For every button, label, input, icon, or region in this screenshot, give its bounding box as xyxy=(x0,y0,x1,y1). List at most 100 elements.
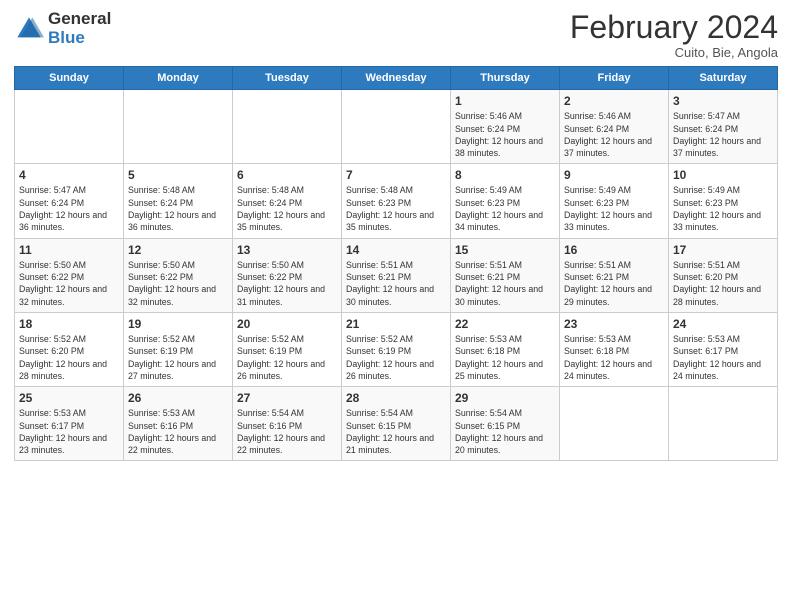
header-friday: Friday xyxy=(560,67,669,90)
day-cell: 10 Sunrise: 5:49 AMSunset: 6:23 PMDayligh… xyxy=(669,164,778,238)
day-info: Sunrise: 5:48 AMSunset: 6:24 PMDaylight:… xyxy=(237,184,337,233)
day-number: 11 xyxy=(19,243,119,257)
logo-general-text: General xyxy=(48,10,111,29)
day-cell: 11 Sunrise: 5:50 AMSunset: 6:22 PMDayligh… xyxy=(15,238,124,312)
week-row-4: 25 Sunrise: 5:53 AMSunset: 6:17 PMDayligh… xyxy=(15,387,778,461)
day-number: 10 xyxy=(673,168,773,182)
day-number: 1 xyxy=(455,94,555,108)
day-cell: 16Sunrise: 5:51 AMSunset: 6:21 PMDayligh… xyxy=(560,238,669,312)
week-row-2: 11 Sunrise: 5:50 AMSunset: 6:22 PMDayligh… xyxy=(15,238,778,312)
calendar-page: General Blue February 2024 Cuito, Bie, A… xyxy=(0,0,792,612)
day-cell: 7Sunrise: 5:48 AMSunset: 6:23 PMDaylight… xyxy=(342,164,451,238)
day-info: Sunrise: 5:49 AMSunset: 6:23 PMDaylight:… xyxy=(455,184,555,233)
day-info: Sunrise: 5:50 AMSunset: 6:22 PMDaylight:… xyxy=(128,259,228,308)
day-info: Sunrise: 5:52 AMSunset: 6:19 PMDaylight:… xyxy=(128,333,228,382)
day-cell: 18 Sunrise: 5:52 AMSunset: 6:20 PMDayligh… xyxy=(15,312,124,386)
day-number: 27 xyxy=(237,391,337,405)
day-cell: 20Sunrise: 5:52 AMSunset: 6:19 PMDayligh… xyxy=(233,312,342,386)
day-number: 29 xyxy=(455,391,555,405)
day-info: Sunrise: 5:51 AMSunset: 6:20 PMDaylight:… xyxy=(673,259,773,308)
day-cell xyxy=(669,387,778,461)
header: General Blue February 2024 Cuito, Bie, A… xyxy=(14,10,778,60)
day-info: Sunrise: 5:48 AMSunset: 6:24 PMDaylight:… xyxy=(128,184,228,233)
day-info: Sunrise: 5:54 AMSunset: 6:15 PMDaylight:… xyxy=(455,407,555,456)
day-cell: 8 Sunrise: 5:49 AMSunset: 6:23 PMDaylight… xyxy=(451,164,560,238)
day-cell xyxy=(342,90,451,164)
day-cell: 13 Sunrise: 5:50 AMSunset: 6:22 PMDayligh… xyxy=(233,238,342,312)
day-cell: 1 Sunrise: 5:46 AMSunset: 6:24 PMDaylight… xyxy=(451,90,560,164)
day-number: 16 xyxy=(564,243,664,257)
calendar-header: Sunday Monday Tuesday Wednesday Thursday… xyxy=(15,67,778,90)
day-info: Sunrise: 5:53 AMSunset: 6:17 PMDaylight:… xyxy=(19,407,119,456)
day-cell: 23 Sunrise: 5:53 AMSunset: 6:18 PMDayligh… xyxy=(560,312,669,386)
day-cell: 22Sunrise: 5:53 AMSunset: 6:18 PMDayligh… xyxy=(451,312,560,386)
logo: General Blue xyxy=(14,10,111,47)
day-info: Sunrise: 5:51 AMSunset: 6:21 PMDaylight:… xyxy=(346,259,446,308)
day-info: Sunrise: 5:53 AMSunset: 6:18 PMDaylight:… xyxy=(455,333,555,382)
logo-icon xyxy=(14,14,44,44)
day-cell: 12 Sunrise: 5:50 AMSunset: 6:22 PMDayligh… xyxy=(124,238,233,312)
day-cell: 3Sunrise: 5:47 AMSunset: 6:24 PMDaylight… xyxy=(669,90,778,164)
calendar-table: Sunday Monday Tuesday Wednesday Thursday… xyxy=(14,66,778,461)
day-number: 6 xyxy=(237,168,337,182)
day-info: Sunrise: 5:51 AMSunset: 6:21 PMDaylight:… xyxy=(455,259,555,308)
day-number: 8 xyxy=(455,168,555,182)
day-info: Sunrise: 5:49 AMSunset: 6:23 PMDaylight:… xyxy=(564,184,664,233)
day-cell xyxy=(15,90,124,164)
day-number: 26 xyxy=(128,391,228,405)
day-cell: 17 Sunrise: 5:51 AMSunset: 6:20 PMDayligh… xyxy=(669,238,778,312)
day-number: 28 xyxy=(346,391,446,405)
day-number: 3 xyxy=(673,94,773,108)
day-cell: 4 Sunrise: 5:47 AMSunset: 6:24 PMDaylight… xyxy=(15,164,124,238)
day-cell xyxy=(560,387,669,461)
header-monday: Monday xyxy=(124,67,233,90)
day-number: 12 xyxy=(128,243,228,257)
day-info: Sunrise: 5:50 AMSunset: 6:22 PMDaylight:… xyxy=(19,259,119,308)
day-number: 15 xyxy=(455,243,555,257)
day-number: 14 xyxy=(346,243,446,257)
day-info: Sunrise: 5:47 AMSunset: 6:24 PMDaylight:… xyxy=(19,184,119,233)
day-cell: 6 Sunrise: 5:48 AMSunset: 6:24 PMDaylight… xyxy=(233,164,342,238)
day-info: Sunrise: 5:53 AMSunset: 6:17 PMDaylight:… xyxy=(673,333,773,382)
calendar-title: February 2024 xyxy=(570,10,778,45)
day-info: Sunrise: 5:54 AMSunset: 6:15 PMDaylight:… xyxy=(346,407,446,456)
day-number: 18 xyxy=(19,317,119,331)
day-info: Sunrise: 5:46 AMSunset: 6:24 PMDaylight:… xyxy=(455,110,555,159)
day-info: Sunrise: 5:50 AMSunset: 6:22 PMDaylight:… xyxy=(237,259,337,308)
day-info: Sunrise: 5:53 AMSunset: 6:16 PMDaylight:… xyxy=(128,407,228,456)
day-number: 9 xyxy=(564,168,664,182)
day-number: 13 xyxy=(237,243,337,257)
header-tuesday: Tuesday xyxy=(233,67,342,90)
day-info: Sunrise: 5:52 AMSunset: 6:20 PMDaylight:… xyxy=(19,333,119,382)
day-number: 23 xyxy=(564,317,664,331)
day-cell: 15 Sunrise: 5:51 AMSunset: 6:21 PMDayligh… xyxy=(451,238,560,312)
day-cell xyxy=(233,90,342,164)
week-row-0: 1 Sunrise: 5:46 AMSunset: 6:24 PMDaylight… xyxy=(15,90,778,164)
header-thursday: Thursday xyxy=(451,67,560,90)
day-cell: 9 Sunrise: 5:49 AMSunset: 6:23 PMDaylight… xyxy=(560,164,669,238)
day-info: Sunrise: 5:54 AMSunset: 6:16 PMDaylight:… xyxy=(237,407,337,456)
header-saturday: Saturday xyxy=(669,67,778,90)
day-info: Sunrise: 5:53 AMSunset: 6:18 PMDaylight:… xyxy=(564,333,664,382)
day-number: 5 xyxy=(128,168,228,182)
day-cell: 27 Sunrise: 5:54 AMSunset: 6:16 PMDayligh… xyxy=(233,387,342,461)
day-cell: 14 Sunrise: 5:51 AMSunset: 6:21 PMDayligh… xyxy=(342,238,451,312)
day-cell: 5 Sunrise: 5:48 AMSunset: 6:24 PMDaylight… xyxy=(124,164,233,238)
calendar-subtitle: Cuito, Bie, Angola xyxy=(570,45,778,60)
day-cell: 26 Sunrise: 5:53 AMSunset: 6:16 PMDayligh… xyxy=(124,387,233,461)
day-info: Sunrise: 5:46 AMSunset: 6:24 PMDaylight:… xyxy=(564,110,664,159)
day-number: 17 xyxy=(673,243,773,257)
day-info: Sunrise: 5:49 AMSunset: 6:23 PMDaylight:… xyxy=(673,184,773,233)
day-cell xyxy=(124,90,233,164)
title-block: February 2024 Cuito, Bie, Angola xyxy=(570,10,778,60)
header-row: Sunday Monday Tuesday Wednesday Thursday… xyxy=(15,67,778,90)
day-info: Sunrise: 5:48 AMSunset: 6:23 PMDaylight:… xyxy=(346,184,446,233)
day-number: 21 xyxy=(346,317,446,331)
day-number: 4 xyxy=(19,168,119,182)
day-cell: 28 Sunrise: 5:54 AMSunset: 6:15 PMDayligh… xyxy=(342,387,451,461)
week-row-3: 18 Sunrise: 5:52 AMSunset: 6:20 PMDayligh… xyxy=(15,312,778,386)
calendar-body: 1 Sunrise: 5:46 AMSunset: 6:24 PMDaylight… xyxy=(15,90,778,461)
day-number: 25 xyxy=(19,391,119,405)
header-wednesday: Wednesday xyxy=(342,67,451,90)
logo-blue-text: Blue xyxy=(48,29,111,48)
